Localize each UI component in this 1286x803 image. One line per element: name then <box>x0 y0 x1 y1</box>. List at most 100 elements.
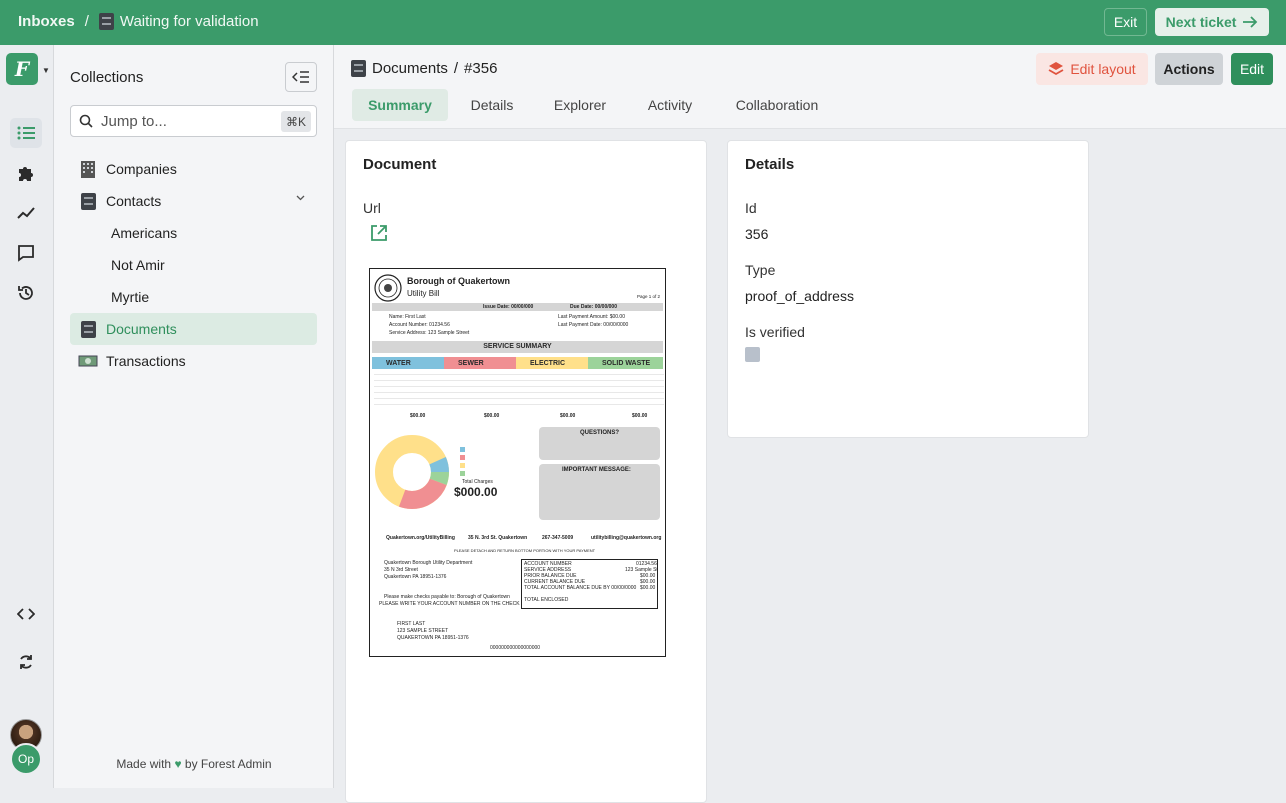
bill-dept-city: Quakertown PA 18951-1376 <box>384 574 447 580</box>
tab-collaboration[interactable]: Collaboration <box>721 89 833 121</box>
bill-street: 35 N. 3rd St. Quakertown <box>468 535 528 541</box>
id-value: 356 <box>745 226 769 242</box>
edit-layout-label: Edit layout <box>1070 61 1136 77</box>
exit-button[interactable]: Exit <box>1104 8 1147 36</box>
bill-total-enclosed: TOTAL ENCLOSED <box>524 597 569 603</box>
sidebar-item-myrtie[interactable]: Myrtie <box>106 281 317 313</box>
url-label: Url <box>363 200 381 216</box>
inbox-breadcrumb: Inboxes / Waiting for validation <box>18 13 259 30</box>
type-label: Type <box>745 262 776 278</box>
main-area: Documents / #356 Edit layout Actions Edi… <box>334 45 1286 803</box>
bill-total-electric: $00.00 <box>560 413 576 419</box>
sidebar-item-contacts[interactable]: Contacts <box>70 185 317 217</box>
record-id: #356 <box>464 60 498 77</box>
bill-write-account: PLEASE WRITE YOUR ACCOUNT NUMBER ON THE … <box>379 601 520 607</box>
bill-first-last: FIRST LAST <box>397 621 426 627</box>
document-preview[interactable]: Borough of Quakertown Utility Bill Page … <box>369 268 666 657</box>
sidebar-title: Collections <box>70 69 144 86</box>
page-title: Documents / #356 <box>351 60 497 77</box>
bill-due-date: Due Date: 00/00/000 <box>570 304 617 310</box>
cabinet-icon <box>78 320 98 338</box>
jump-to-search[interactable]: ⌘K <box>70 105 317 137</box>
sidebar-item-companies[interactable]: Companies <box>70 153 317 185</box>
bill-doc-type: Utility Bill <box>407 289 440 298</box>
bill-total-water: $00.00 <box>410 413 426 419</box>
bill-barcode-number: 000000000000000000 <box>490 645 541 651</box>
is-verified-label: Is verified <box>745 324 805 340</box>
sidebar-item-not-amir[interactable]: Not Amir <box>106 249 317 281</box>
bill-payable: Please make checks payable to: Borough o… <box>384 594 510 600</box>
bill-last-payment-date: Last Payment Date: 00/00/0000 <box>558 322 629 328</box>
code-icon[interactable] <box>10 599 42 629</box>
edit-button[interactable]: Edit <box>1231 53 1273 85</box>
water-band: WATER <box>372 357 444 369</box>
keyboard-shortcut: ⌘K <box>280 111 311 132</box>
sewer-band: SEWER <box>444 357 516 369</box>
arrow-right-icon <box>1243 16 1258 28</box>
forest-logo[interactable]: F <box>6 53 38 85</box>
collection-link[interactable]: Documents <box>372 60 448 77</box>
details-card-title: Details <box>745 156 795 173</box>
cabinet-icon <box>98 13 114 30</box>
bill-total-due: TOTAL ACCOUNT BALANCE DUE BY 00/00/0000 <box>524 585 637 591</box>
money-icon <box>78 352 98 370</box>
bill-important: IMPORTANT MESSAGE: <box>562 467 631 473</box>
bill-issue-date: Issue Date: 00/00/000 <box>483 304 534 310</box>
bill-account: Account Number: 01234.56 <box>389 322 450 328</box>
search-input[interactable] <box>101 112 261 130</box>
footer-by: by Forest Admin <box>184 757 272 771</box>
bill-questions: QUESTIONS? <box>580 430 620 436</box>
bill-summary-title: SERVICE SUMMARY <box>372 341 663 353</box>
record-header: Documents / #356 Edit layout Actions Edi… <box>334 45 1286 129</box>
tab-activity[interactable]: Activity <box>635 89 705 121</box>
sidebar-item-label: Contacts <box>106 193 162 209</box>
project-badge[interactable]: Op <box>10 743 42 775</box>
bill-total: $000.00 <box>454 485 498 499</box>
edit-layout-button[interactable]: Edit layout <box>1036 53 1148 85</box>
electric-band: ELECTRIC <box>516 357 588 369</box>
sidebar-item-transactions[interactable]: Transactions <box>70 345 317 377</box>
bill-name: Name: First Last <box>389 314 426 320</box>
charges-table <box>374 369 664 409</box>
id-label: Id <box>745 200 757 216</box>
actions-button[interactable]: Actions <box>1155 53 1223 85</box>
tab-summary[interactable]: Summary <box>352 89 448 121</box>
bill-total-due-value: $00.00 <box>640 585 656 591</box>
next-ticket-button[interactable]: Next ticket <box>1155 8 1269 36</box>
is-verified-checkbox <box>745 347 760 362</box>
sidebar-item-label: Not Amir <box>111 257 165 273</box>
footer-made-with: Made with <box>116 757 172 771</box>
charges-donut-chart <box>375 435 449 509</box>
analytics-icon[interactable] <box>10 198 42 228</box>
bill-email: utilitybilling@quakertown.org <box>591 535 662 541</box>
sidebar-item-label: Companies <box>106 161 177 177</box>
bill-sample-street: 123 SAMPLE STREET <box>397 628 449 634</box>
inbox-name: Waiting for validation <box>119 13 259 30</box>
history-icon[interactable] <box>10 278 42 308</box>
document-card-title: Document <box>363 156 437 173</box>
cabinet-icon <box>351 60 366 77</box>
chat-icon[interactable] <box>10 238 42 268</box>
sidebar-item-documents[interactable]: Documents <box>70 313 317 345</box>
inboxes-link[interactable]: Inboxes <box>18 13 75 30</box>
tab-details[interactable]: Details <box>459 89 525 121</box>
layers-icon <box>1048 62 1064 76</box>
sidebar-item-americans[interactable]: Americans <box>106 217 317 249</box>
search-icon <box>79 114 93 128</box>
external-link-icon[interactable] <box>370 224 388 242</box>
puzzle-icon[interactable] <box>10 158 42 188</box>
type-value: proof_of_address <box>745 288 854 304</box>
chevron-down-icon[interactable] <box>296 195 305 201</box>
bill-dept-street: 35 N 3rd Street <box>384 567 418 573</box>
document-card: Document Url Borough of Quakertown Utili… <box>345 140 707 803</box>
bill-detach: PLEASE DETACH AND RETURN BOTTOM PORTION … <box>454 548 596 553</box>
sidebar-item-label: Transactions <box>106 353 186 369</box>
sync-icon[interactable] <box>10 647 42 677</box>
borough-seal-icon <box>374 274 402 302</box>
caret-down-icon[interactable]: ▼ <box>42 66 50 75</box>
tab-explorer[interactable]: Explorer <box>541 89 619 121</box>
details-card: Details Id 356 Type proof_of_address Is … <box>727 140 1089 438</box>
collections-icon[interactable] <box>10 118 42 148</box>
collapse-sidebar-button[interactable] <box>285 62 317 92</box>
bill-service-address: Service Address: 123 Sample Street <box>389 330 470 336</box>
